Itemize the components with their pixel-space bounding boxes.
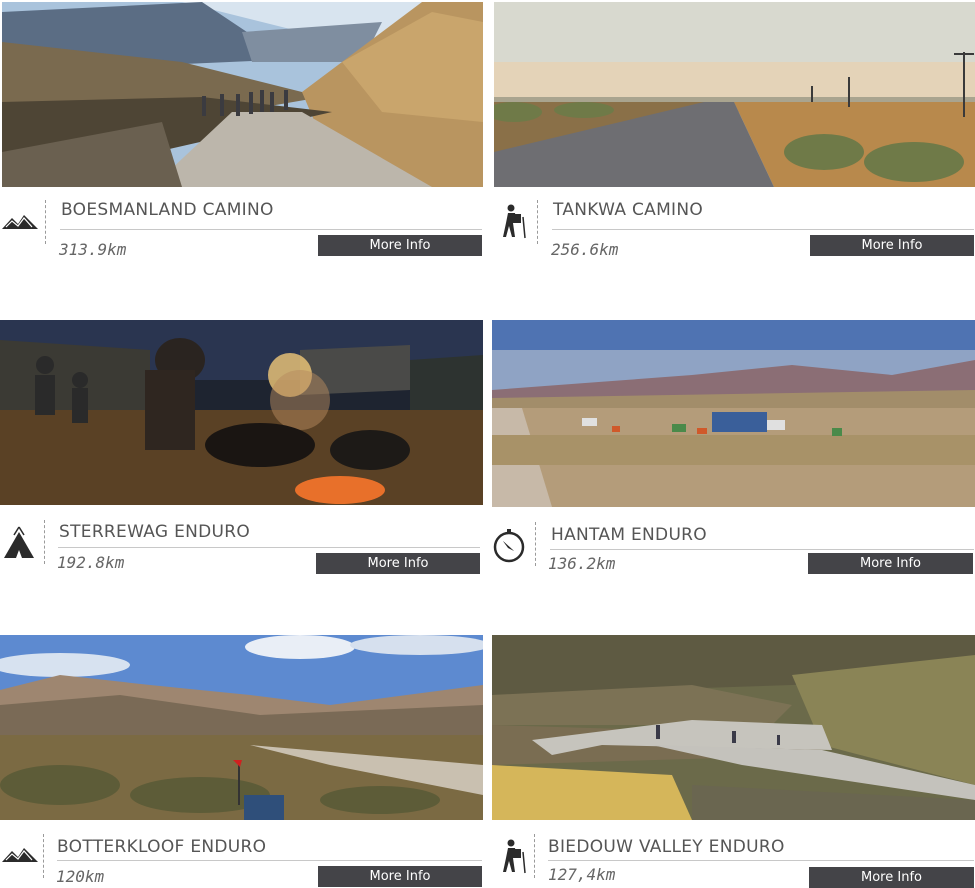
- hiker-icon: [493, 838, 533, 874]
- route-photo-boesmanland[interactable]: [2, 2, 483, 187]
- route-title: HANTAM ENDURO: [551, 525, 707, 545]
- route-distance: 256.6km: [551, 240, 619, 259]
- route-title: TANKWA CAMINO: [553, 200, 704, 220]
- route-photo-biedouw-valley[interactable]: [492, 635, 975, 820]
- route-distance: 120km: [56, 867, 105, 886]
- route-title: BOTTERKLOOF ENDURO: [57, 837, 267, 857]
- more-info-button[interactable]: More Info: [809, 867, 974, 888]
- route-photo-hantam[interactable]: [492, 320, 975, 507]
- mountain-range-icon: [0, 205, 40, 241]
- route-distance: 313.9km: [59, 240, 127, 259]
- more-info-button[interactable]: More Info: [316, 553, 480, 574]
- more-info-button[interactable]: More Info: [318, 866, 482, 887]
- route-photo-sterrewag[interactable]: [0, 320, 483, 505]
- mountain-range-icon: [0, 838, 40, 874]
- route-title: BIEDOUW VALLEY ENDURO: [548, 837, 785, 857]
- route-title: BOESMANLAND CAMINO: [61, 200, 274, 220]
- more-info-button[interactable]: More Info: [318, 235, 482, 256]
- route-distance: 192.8km: [57, 553, 125, 572]
- hiker-icon: [493, 203, 533, 239]
- route-distance: 136.2km: [548, 554, 616, 573]
- route-title: STERREWAG ENDURO: [59, 522, 251, 542]
- route-photo-botterkloof[interactable]: [0, 635, 483, 820]
- more-info-button[interactable]: More Info: [808, 553, 973, 574]
- route-distance: 127,4km: [548, 865, 616, 884]
- route-photo-tankwa[interactable]: [494, 2, 975, 187]
- tent-icon: [0, 524, 40, 560]
- compass-icon: [490, 528, 530, 564]
- more-info-button[interactable]: More Info: [810, 235, 974, 256]
